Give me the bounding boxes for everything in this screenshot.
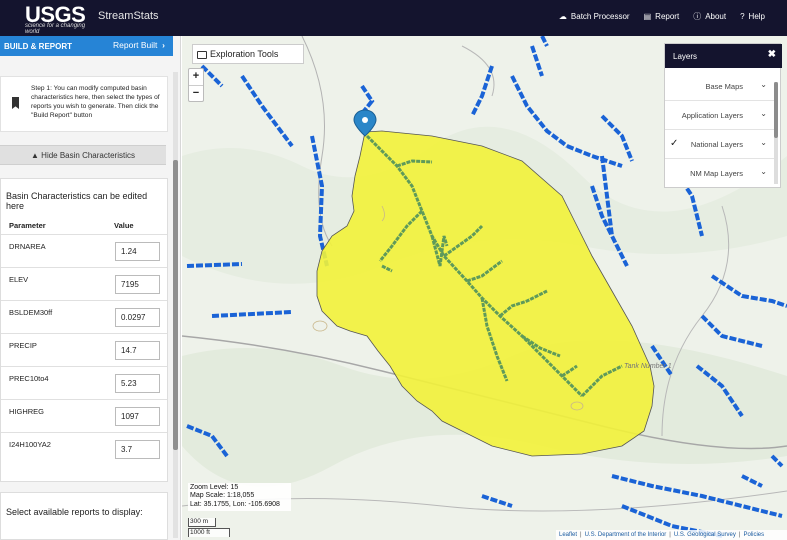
nav-label: About [705,12,727,21]
scrollbar-thumb[interactable] [774,82,778,138]
param-name: PRECIP [9,341,37,350]
param-value-input[interactable]: 1097 [115,407,160,426]
column-header-parameter: Parameter [9,221,46,230]
exploration-tools-label: Exploration Tools [210,49,279,59]
param-value-input[interactable]: 1.24 [115,242,160,261]
zoom-control: + − [188,68,204,102]
chevron-up-icon: ▲ [31,151,39,160]
table-row: BSLDEM30ff 0.0297 [1,300,167,333]
nav-about[interactable]: ⓘ About [693,11,726,22]
info-icon: ⓘ [693,12,702,21]
scale-metric: 300 m [188,518,216,527]
map-info-box: Zoom Level: 15 Map Scale: 1:18,055 Lat: … [188,483,291,511]
nav-report[interactable]: ▤ Report [644,11,680,22]
nav-batch-processor[interactable]: ☁ Batch Processor [559,11,630,22]
chevron-right-icon: › [162,40,165,50]
logo-tagline: science for a changing world [25,23,86,35]
basin-characteristics-panel: Basin Characteristics can be edited here… [0,178,168,482]
zoom-level: Zoom Level: 15 [190,484,239,491]
param-name: PREC10to4 [9,374,49,383]
coordinates: Lat: 35.1755, Lon: -105.6908 [190,500,280,508]
layer-label: NM Map Layers [690,169,743,178]
map-attribution: Leaflet | U.S. Department of the Interio… [556,530,787,540]
tank-label: Tank Number 1 [624,363,672,370]
table-row: ELEV 7195 [1,267,167,300]
chevron-down-icon: ⌄ [760,80,767,89]
param-value-input[interactable]: 7195 [115,275,160,294]
param-value-input[interactable]: 14.7 [115,341,160,360]
toolbox-icon [197,51,207,59]
scale-imperial: 1000 ft [188,528,230,537]
param-name: ELEV [9,275,29,284]
sidebar: BUILD & REPORT Report Built › Step 1: Yo… [0,36,181,540]
zoom-in-button[interactable]: + [189,69,203,85]
step-instructions: Step 1: You can modify computed basin ch… [0,76,168,132]
nav-label: Batch Processor [570,12,630,21]
chevron-down-icon: ⌄ [760,138,767,147]
attribution-link[interactable]: Leaflet [559,530,577,540]
attribution-link[interactable]: U.S. Department of the Interior [585,530,667,540]
separator: | [580,532,582,538]
table-row: PREC10to4 5.23 [1,366,167,399]
document-icon: ▤ [643,12,652,21]
select-reports-label: Select available reports to display: [6,507,143,517]
scale-bar: 300 m 1000 ft [188,518,240,538]
app-header: USGS science for a changing world Stream… [0,0,787,36]
param-value-input[interactable]: 5.23 [115,374,160,393]
chevron-down-icon: ⌄ [760,109,767,118]
param-value-input[interactable]: 0.0297 [115,308,160,327]
select-reports-panel: Select available reports to display: [0,492,168,540]
layers-scrollbar[interactable] [774,82,778,184]
separator: | [738,532,741,538]
nav-label: Report [655,12,680,21]
param-name: BSLDEM30ff [9,308,53,317]
layer-label: Application Layers [681,111,743,120]
layer-item-nm-map-layers[interactable]: NM Map Layers ⌄ [665,159,775,188]
layers-title: Layers [673,52,698,61]
table-row: HIGHREG 1097 [1,399,167,432]
param-value-input[interactable]: 3.7 [115,440,160,459]
build-report-bar[interactable]: BUILD & REPORT Report Built › [0,36,173,56]
table-row: I24H100YA2 3.7 [1,432,167,465]
attribution-link[interactable]: Policies [743,530,764,540]
bookmark-icon [12,97,19,109]
app-title: StreamStats [98,10,159,22]
hide-basin-characteristics-button[interactable]: ▲ Hide Basin Characteristics [0,145,166,165]
build-title: BUILD & REPORT [4,42,72,51]
step-text: Step 1: You can modify computed basin ch… [31,85,160,119]
cloud-icon: ☁ [558,12,567,21]
nav-help[interactable]: ? Help [740,11,765,22]
layer-item-base-maps[interactable]: Base Maps ⌄ [665,72,775,101]
layer-item-national-layers[interactable]: ✓ National Layers ⌄ [665,130,775,159]
param-name: HIGHREG [9,407,45,416]
help-icon: ? [740,12,745,21]
chevron-down-icon: ⌄ [760,167,767,176]
nav-label: Help [748,12,765,21]
checkmark-icon: ✓ [670,138,679,149]
param-name: DRNAREA [9,242,46,251]
table-row: DRNAREA 1.24 [1,234,167,267]
param-name: I24H100YA2 [9,440,51,449]
header-nav: ☁ Batch Processor ▤ Report ⓘ About ? Hel… [559,11,765,22]
column-header-value: Value [114,221,134,230]
zoom-out-button[interactable]: − [189,85,203,101]
build-status-label: Report Built [113,40,158,50]
layer-item-application-layers[interactable]: Application Layers ⌄ [665,101,775,130]
exploration-tools-button[interactable]: Exploration Tools [192,44,304,64]
close-icon[interactable]: ✖ [768,49,776,60]
build-status: Report Built › [113,40,165,50]
table-row: PRECIP 14.7 [1,333,167,366]
usgs-logo[interactable]: USGS science for a changing world [12,2,90,35]
map-scale: Map Scale: 1:18,055 [190,492,255,500]
layers-header: Layers ✖ [665,44,782,68]
layer-label: Base Maps [705,82,743,91]
layer-label: National Layers [690,140,743,149]
basin-title: Basin Characteristics can be edited here [6,191,148,211]
separator: | [669,532,671,538]
scrollbar-thumb[interactable] [173,160,178,450]
sidebar-scrollbar[interactable] [173,72,178,538]
layers-panel: Layers ✖ Base Maps ⌄ Application Layers … [664,43,782,188]
attribution-link[interactable]: U.S. Geological Survey [674,530,736,540]
hide-button-label: Hide Basin Characteristics [41,151,135,160]
